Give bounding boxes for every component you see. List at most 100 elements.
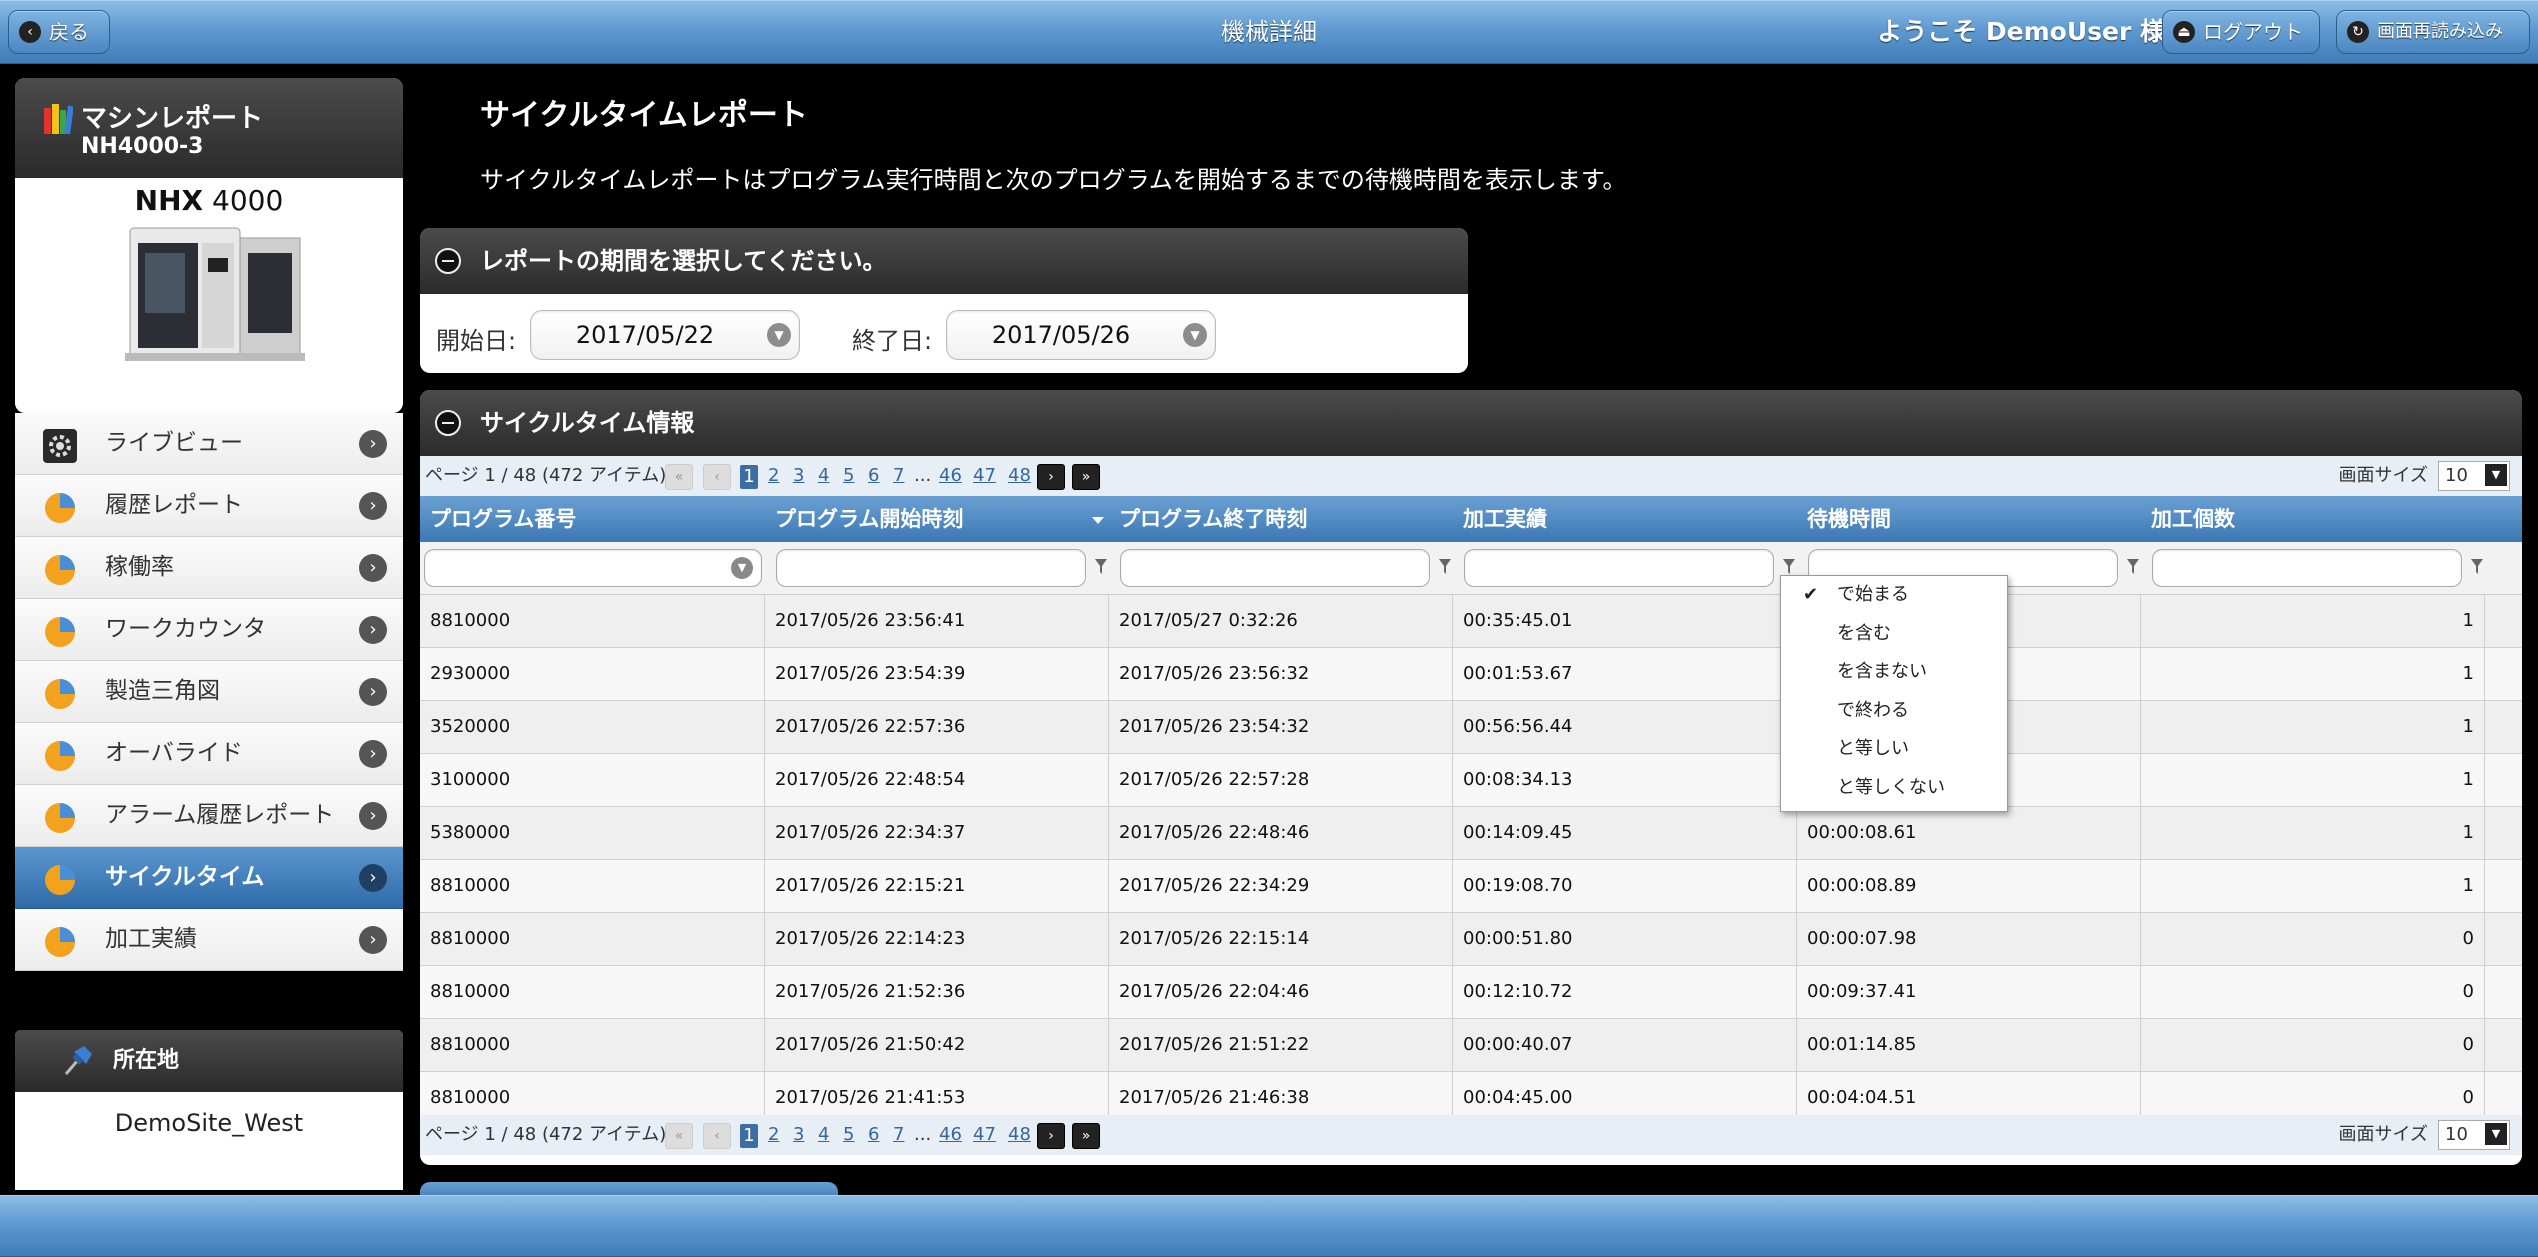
cycle-panel-header[interactable]: サイクルタイム情報 [420, 390, 2522, 456]
table-cell: 3100000 [420, 754, 765, 806]
page-link[interactable]: 4 [818, 456, 829, 496]
sidebar-item-manufacturing-triangle[interactable]: 製造三角図 › [15, 661, 403, 723]
page-link[interactable]: 5 [843, 456, 854, 496]
next-page-button[interactable]: › [1037, 1123, 1065, 1149]
column-header-program-no[interactable]: プログラム番号 [420, 496, 765, 542]
last-page-button[interactable]: » [1072, 1123, 1100, 1149]
filter-option-label: と等しくない [1837, 776, 1945, 798]
sidebar-item-work-counter[interactable]: ワークカウンタ › [15, 599, 403, 661]
prev-page-button[interactable]: ‹ [703, 1123, 731, 1149]
filter-option[interactable]: を含む [1781, 615, 2007, 654]
filter-icon[interactable] [1094, 558, 1108, 576]
page-link[interactable]: 4 [818, 1115, 829, 1155]
filter-quantity-input[interactable] [2152, 549, 2462, 587]
page-link[interactable]: 47 [973, 1115, 996, 1155]
table-row[interactable]: 3100000 2017/05/26 22:48:54 2017/05/26 22:… [420, 754, 2522, 807]
prev-page-button[interactable]: ‹ [703, 464, 731, 490]
filter-program-no-select[interactable]: ▼ [424, 549, 762, 587]
page-link[interactable]: 48 [1008, 1115, 1031, 1155]
table-cell: 00:19:08.70 [1453, 860, 1797, 912]
page-link[interactable]: 2 [768, 1115, 779, 1155]
filter-option[interactable]: と等しい [1781, 730, 2007, 769]
table-row[interactable]: 2930000 2017/05/26 23:54:39 2017/05/26 23:… [420, 648, 2522, 701]
table-row[interactable]: 8810000 2017/05/26 21:50:42 2017/05/26 21:… [420, 1019, 2522, 1072]
back-button[interactable]: ‹ 戻る [8, 10, 110, 54]
table-row[interactable]: 8810000 2017/05/26 22:15:21 2017/05/26 22:… [420, 860, 2522, 913]
page-link[interactable]: 6 [868, 456, 879, 496]
sidebar-item-live-view[interactable]: ライブビュー › [15, 413, 403, 475]
table-cell: 2017/05/26 21:52:36 [765, 966, 1109, 1018]
pager-ellipsis: ... [914, 465, 932, 486]
table-cell: 8810000 [420, 595, 765, 647]
filter-option[interactable]: を含まない [1781, 653, 2007, 692]
table-row[interactable]: 5380000 2017/05/26 22:34:37 2017/05/26 22:… [420, 807, 2522, 860]
table-row[interactable]: 8810000 2017/05/26 21:52:36 2017/05/26 22:… [420, 966, 2522, 1019]
filter-machining-input[interactable] [1464, 549, 1774, 587]
sidebar-item-override[interactable]: オーバライド › [15, 723, 403, 785]
sidebar-item-alarm-history[interactable]: アラーム履歴レポート › [15, 785, 403, 847]
logout-button[interactable]: ⏏ ログアウト [2162, 10, 2320, 54]
table-cell: 00:12:10.72 [1453, 966, 1797, 1018]
filter-option-label: で始まる [1837, 584, 1909, 605]
page-link[interactable]: 7 [893, 1115, 904, 1155]
page-link[interactable]: 47 [973, 456, 996, 496]
reload-button[interactable]: ↻ 画面再読み込み [2336, 10, 2530, 54]
start-date-select[interactable]: 2017/05/22 ▼ [530, 310, 800, 360]
filter-icon[interactable] [1438, 558, 1452, 576]
logout-icon: ⏏ [2173, 21, 2195, 43]
column-header-quantity[interactable]: 加工個数 [2141, 496, 2485, 542]
table-row[interactable]: 3520000 2017/05/26 22:57:36 2017/05/26 23:… [420, 701, 2522, 754]
column-header-machining[interactable]: 加工実績 [1453, 496, 1797, 542]
first-page-button[interactable]: « [665, 1123, 693, 1149]
end-date-select[interactable]: 2017/05/26 ▼ [946, 310, 1216, 360]
collapse-icon[interactable] [435, 410, 461, 436]
filter-icon[interactable] [2126, 558, 2140, 576]
page-link[interactable]: 1 [740, 465, 758, 489]
page-link[interactable]: 2 [768, 456, 779, 496]
page-link[interactable]: 3 [793, 1115, 804, 1155]
page-link[interactable]: 46 [939, 1115, 962, 1155]
page-size-select[interactable]: 10 ▼ [2438, 461, 2510, 491]
table-row[interactable]: 8810000 2017/05/26 23:56:41 2017/05/27 0:3… [420, 595, 2522, 648]
page-link[interactable]: 5 [843, 1115, 854, 1155]
page-link[interactable]: 48 [1008, 456, 1031, 496]
filter-end-time-input[interactable] [1120, 549, 1430, 587]
sidebar-item-history-report[interactable]: 履歴レポート › [15, 475, 403, 537]
column-header-start-time[interactable]: プログラム開始時刻 [765, 496, 1109, 542]
column-header-end-time[interactable]: プログラム終了時刻 [1109, 496, 1453, 542]
first-page-button[interactable]: « [665, 464, 693, 490]
filter-option[interactable]: で終わる [1781, 692, 2007, 731]
last-page-button[interactable]: » [1072, 464, 1100, 490]
page-link[interactable]: 1 [740, 1124, 758, 1148]
pie-chart-icon [45, 865, 75, 895]
collapse-icon[interactable] [435, 248, 461, 274]
period-panel-header[interactable]: レポートの期間を選択してください。 [420, 228, 1468, 294]
table-cell: 1 [2141, 860, 2485, 912]
chevron-down-icon: ▼ [731, 557, 753, 579]
sidebar-item-cycle-time[interactable]: サイクルタイム › [15, 847, 403, 909]
welcome-text: ようこそ DemoUser 様 [1877, 17, 2165, 46]
table-cell: 1 [2141, 807, 2485, 859]
page-link[interactable]: 6 [868, 1115, 879, 1155]
filter-start-time-input[interactable] [776, 549, 1086, 587]
table-cell: 1 [2141, 648, 2485, 700]
page-size-label: 画面サイズ [2338, 1124, 2428, 1145]
page-size-select[interactable]: 10 ▼ [2438, 1120, 2510, 1150]
sidebar-item-utilization[interactable]: 稼働率 › [15, 537, 403, 599]
sidebar-item-machining-results[interactable]: 加工実績 › [15, 909, 403, 971]
next-page-button[interactable]: › [1037, 464, 1065, 490]
table-cell: 2017/05/26 22:57:36 [765, 701, 1109, 753]
filter-icon[interactable] [2470, 558, 2484, 576]
filter-option[interactable]: と等しくない [1781, 769, 2007, 808]
footer-bar [0, 1195, 2538, 1257]
table-row[interactable]: 8810000 2017/05/26 22:14:23 2017/05/26 22:… [420, 913, 2522, 966]
filter-icon[interactable] [1782, 558, 1796, 576]
page-link[interactable]: 3 [793, 456, 804, 496]
filter-option[interactable]: ✔ で始まる [1781, 576, 2007, 615]
column-header-wait-time[interactable]: 待機時間 [1797, 496, 2141, 542]
table-cell: 1 [2141, 595, 2485, 647]
chevron-right-icon: › [359, 492, 387, 520]
machine-image [125, 227, 305, 361]
page-link[interactable]: 46 [939, 456, 962, 496]
page-link[interactable]: 7 [893, 456, 904, 496]
